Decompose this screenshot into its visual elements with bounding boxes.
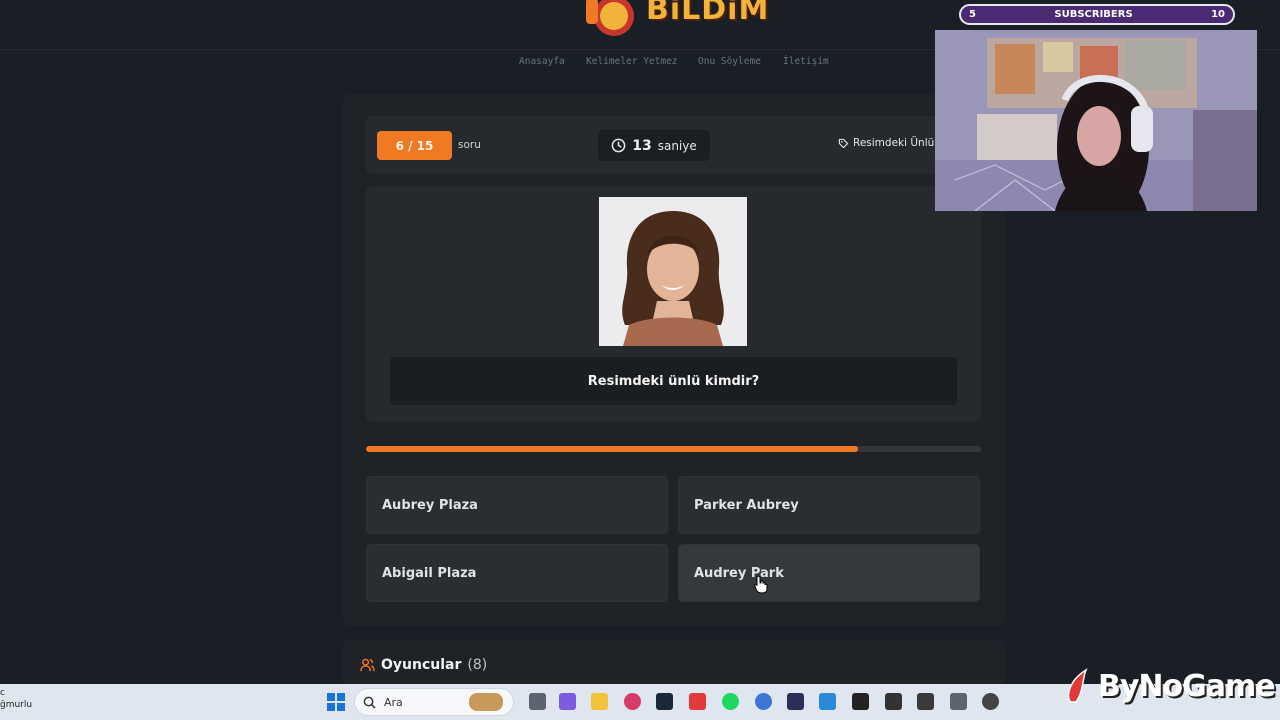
steam-icon[interactable]	[656, 693, 673, 710]
spotify-icon[interactable]	[722, 693, 739, 710]
category-label: Resimdeki Ünlü	[853, 137, 935, 149]
timer-value: 13	[632, 137, 652, 154]
users-icon	[360, 658, 375, 672]
answer-option-1[interactable]: Aubrey Plaza	[366, 476, 668, 534]
search-highlight-icon	[469, 693, 503, 711]
nav-link-iletisim[interactable]: İletişim	[783, 56, 829, 67]
file-explorer-icon[interactable]	[591, 693, 608, 710]
epic-games-icon[interactable]	[885, 693, 902, 710]
ide-icon[interactable]	[787, 693, 804, 710]
time-progress-fill	[366, 446, 858, 452]
clock-icon	[611, 138, 626, 153]
subscriber-goal: 10	[1211, 9, 1225, 20]
nav-link-onu-soyleme[interactable]: Onu Söyleme	[698, 56, 761, 67]
players-title: Oyuncular	[381, 657, 462, 673]
timer-unit: saniye	[657, 138, 697, 153]
weather-desc: ğmurlu	[0, 700, 33, 710]
players-header: Oyuncular (8)	[360, 657, 487, 673]
taskbar-search[interactable]: Ara	[354, 688, 514, 716]
webcam-image	[935, 30, 1257, 211]
app-store-icon[interactable]	[755, 693, 772, 710]
weather-temp: c	[0, 688, 5, 698]
search-icon	[363, 696, 376, 709]
timer: 13 saniye	[598, 130, 710, 161]
time-progress-bar	[366, 446, 981, 452]
task-view-icon[interactable]	[529, 693, 546, 710]
tag-icon	[838, 138, 849, 148]
vscode-icon[interactable]	[819, 693, 836, 710]
notion-icon[interactable]	[852, 693, 869, 710]
windows-start-icon[interactable]	[327, 693, 345, 711]
browser-icon[interactable]	[624, 693, 641, 710]
nav-link-home[interactable]: Anasayfa	[519, 56, 565, 67]
bynogame-watermark: ByNoGame	[1064, 664, 1276, 708]
weather-widget[interactable]: c ğmurlu	[0, 687, 32, 711]
copilot-icon[interactable]	[559, 693, 576, 710]
question-text: Resimdeki ünlü kimdir?	[390, 357, 957, 405]
site-logo[interactable]: BiLDiM	[584, 0, 768, 44]
webcam-feed	[935, 30, 1257, 211]
celebrity-photo	[599, 197, 747, 346]
portrait-image	[599, 197, 747, 346]
question-counter-label: soru	[458, 139, 481, 151]
logo-text: BiLDiM	[646, 0, 770, 27]
answer-option-3[interactable]: Abigail Plaza	[366, 544, 668, 602]
game-launcher-icon[interactable]	[689, 693, 706, 710]
subscriber-label: SUBSCRIBERS	[1054, 9, 1133, 20]
bynogame-logo-icon	[1067, 668, 1088, 703]
category-tag: Resimdeki Ünlü	[838, 137, 934, 149]
answer-option-2[interactable]: Parker Aubrey	[678, 476, 980, 534]
answer-option-4[interactable]: Audrey Park	[678, 544, 980, 602]
logo-mark-icon	[586, 0, 634, 36]
obs-icon[interactable]	[982, 693, 999, 710]
app-icon-2[interactable]	[950, 693, 967, 710]
question-counter-badge: 6 / 15	[377, 131, 452, 160]
subscriber-goal-bar: 5 SUBSCRIBERS 10	[959, 4, 1235, 25]
bynogame-text: ByNoGame	[1098, 668, 1276, 704]
nav-link-kelimeler-yetmez[interactable]: Kelimeler Yetmez	[586, 56, 678, 67]
app-icon[interactable]	[917, 693, 934, 710]
search-placeholder: Ara	[384, 695, 403, 709]
players-count: (8)	[467, 657, 488, 673]
hand-cursor-icon	[754, 575, 768, 594]
subscriber-current: 5	[969, 9, 976, 20]
